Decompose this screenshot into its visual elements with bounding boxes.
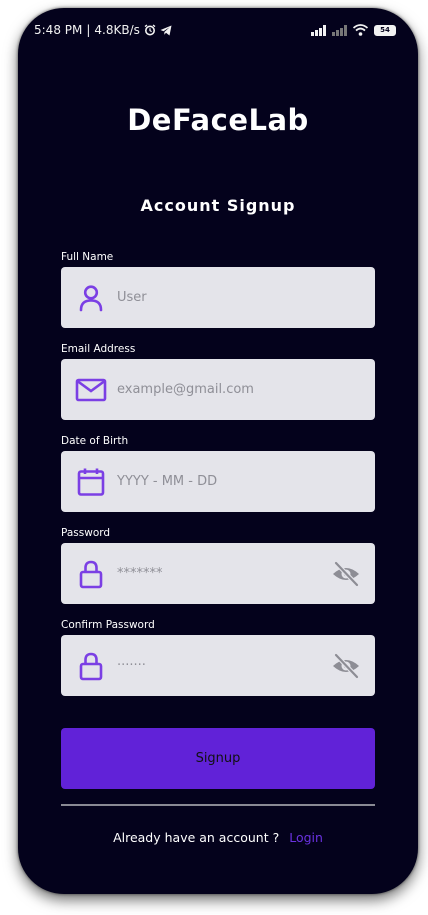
alarm-clock-icon (144, 24, 156, 36)
full-name-field[interactable]: User (61, 267, 375, 328)
lock-icon (79, 652, 103, 681)
confirm-password-field[interactable]: ······· (61, 635, 375, 696)
lock-icon (79, 560, 103, 589)
full-name-label: Full Name (61, 251, 114, 263)
page-title: Account Signup (140, 196, 296, 215)
eye-off-icon[interactable] (331, 653, 361, 679)
status-separator: | (86, 23, 91, 37)
password-field[interactable]: ******* (61, 543, 375, 604)
email-label: Email Address (61, 343, 136, 355)
footer: Already have an account ? Login (18, 830, 418, 845)
signal-2-icon (332, 24, 347, 36)
mail-icon (75, 378, 107, 402)
telegram-icon (160, 25, 172, 35)
full-name-input[interactable]: User (117, 267, 147, 328)
dob-input[interactable]: YYYY - MM - DD (117, 451, 217, 512)
email-field[interactable]: example@gmail.com (61, 359, 375, 420)
status-time: 5:48 PM (34, 23, 83, 37)
login-prompt: Already have an account ? (113, 830, 280, 845)
phone-screen: 5:48 PM | 4.8KB/s 54 DeFaceLab Account S… (18, 8, 418, 894)
status-bar: 5:48 PM | 4.8KB/s 54 (18, 22, 418, 42)
email-input[interactable]: example@gmail.com (117, 359, 254, 420)
dob-label: Date of Birth (61, 435, 129, 447)
password-label: Password (61, 527, 111, 539)
signup-button[interactable]: Signup (61, 728, 375, 789)
battery-icon: 54 (374, 24, 396, 36)
eye-off-icon[interactable] (331, 561, 361, 587)
calendar-icon (77, 468, 105, 496)
wifi-icon (353, 24, 368, 36)
login-link[interactable]: Login (289, 830, 323, 845)
user-icon (79, 285, 103, 312)
password-input[interactable]: ******* (117, 543, 163, 604)
signal-icon (311, 24, 326, 36)
app-title: DeFaceLab (127, 103, 309, 137)
confirm-password-input[interactable]: ······· (117, 635, 146, 696)
status-left: 5:48 PM | 4.8KB/s (34, 22, 172, 38)
divider (61, 804, 375, 806)
dob-field[interactable]: YYYY - MM - DD (61, 451, 375, 512)
status-speed: 4.8KB/s (94, 23, 140, 37)
status-right: 54 (311, 24, 396, 36)
confirm-password-label: Confirm Password (61, 619, 155, 631)
